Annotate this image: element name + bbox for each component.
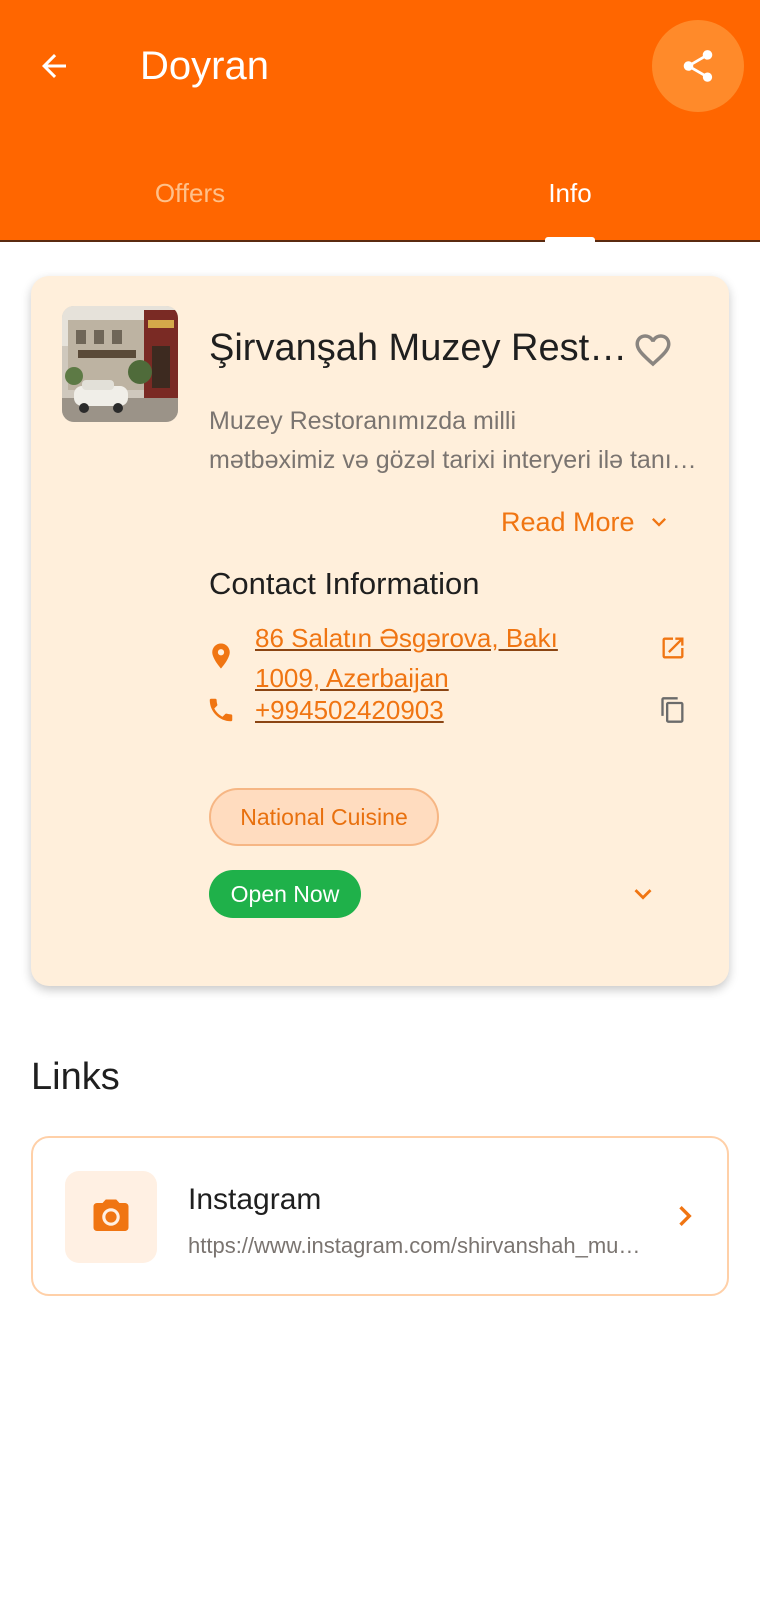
tab-indicator <box>545 237 595 242</box>
expand-hours-button[interactable] <box>621 872 665 916</box>
app-bar: Doyran Offers Info <box>0 0 760 242</box>
venue-description: Muzey Restoranımızda milli mətbəximiz və… <box>209 402 699 480</box>
link-title: Instagram <box>188 1183 322 1216</box>
link-url: https://www.instagram.com/shirvanshah_mu… <box>188 1233 650 1258</box>
tab-info[interactable]: Info <box>380 172 760 214</box>
chevron-right-icon <box>663 1194 707 1238</box>
arrow-left-icon <box>42 54 66 78</box>
description-line: mətbəximiz və gözəl tarixi interyeri ilə… <box>209 446 699 474</box>
category-chip: National Cuisine <box>209 788 439 846</box>
heart-outline-icon <box>635 334 671 367</box>
read-more-button[interactable]: Read More <box>501 500 673 544</box>
contact-section-title: Contact Information <box>209 566 480 601</box>
description-line: Muzey Restoranımızda milli <box>209 407 517 435</box>
page-title: Doyran <box>140 44 269 88</box>
favorite-button[interactable] <box>629 326 677 374</box>
phone-link[interactable]: +994502420903 <box>255 690 444 730</box>
open-map-button[interactable] <box>653 628 693 668</box>
phone-icon <box>205 694 237 726</box>
location-pin-icon <box>205 640 237 672</box>
link-icon-container <box>65 1171 157 1263</box>
link-item-instagram[interactable]: Instagram https://www.instagram.com/shir… <box>31 1136 729 1296</box>
address-line: 86 Salatın Əsgərova, Bakı <box>255 623 558 653</box>
chevron-down-icon <box>634 889 652 900</box>
open-status-badge: Open Now <box>209 870 361 918</box>
back-button[interactable] <box>30 42 78 90</box>
camera-icon <box>93 1199 129 1231</box>
chevron-down-icon <box>651 518 666 527</box>
share-icon <box>683 50 713 82</box>
address-link[interactable]: 86 Salatın Əsgərova, Bakı 1009, Azerbaij… <box>255 618 615 698</box>
open-external-icon <box>662 637 684 659</box>
venue-card: Şirvanşah Muzey Restoranı Muzey Restoran… <box>31 276 729 986</box>
venue-photo[interactable] <box>62 306 178 422</box>
read-more-label: Read More <box>501 506 635 537</box>
copy-phone-button[interactable] <box>653 690 693 730</box>
copy-icon <box>661 697 684 723</box>
address-line: 1009, Azerbaijan <box>255 663 449 693</box>
venue-name: Şirvanşah Muzey Restoranı <box>209 327 629 369</box>
links-section-title: Links <box>31 1056 120 1098</box>
tab-offers[interactable]: Offers <box>0 172 380 214</box>
share-button[interactable] <box>652 20 744 112</box>
